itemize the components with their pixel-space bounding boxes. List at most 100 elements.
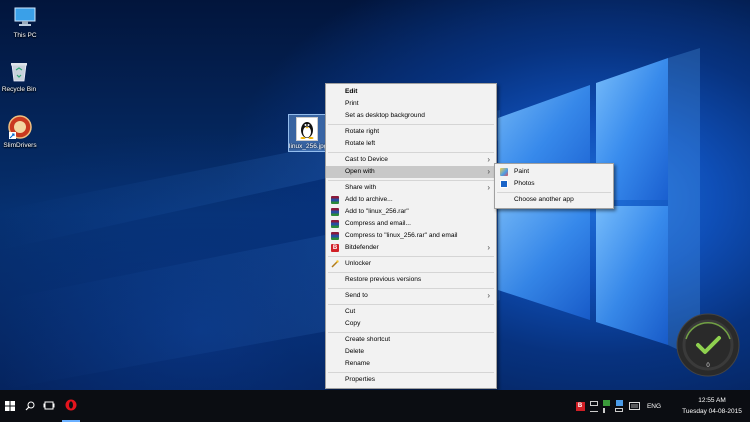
menu-item-label: Add to "linux_256.rar" [345, 208, 409, 215]
chevron-right-icon: › [487, 155, 490, 164]
bitdefender-icon: B [331, 244, 339, 252]
taskbar-app-opera[interactable] [62, 390, 80, 422]
task-view-button[interactable] [40, 390, 58, 422]
windows-start-icon [5, 401, 15, 411]
menu-item-print[interactable]: Print [326, 98, 496, 110]
menu-item-label: Paint [514, 168, 530, 175]
open-with-submenu: Paint Photos Choose another app [494, 163, 614, 209]
chevron-right-icon: › [487, 167, 490, 176]
menu-item-add-to-rar[interactable]: Add to "linux_256.rar" [326, 206, 496, 218]
chevron-right-icon: › [487, 291, 490, 300]
menu-item-delete[interactable]: Delete [326, 346, 496, 358]
gauge-value: 0 [706, 363, 710, 369]
menu-item-cast-to-device[interactable]: Cast to Device › [326, 154, 496, 166]
menu-separator [328, 179, 494, 181]
desktop-icon-label: Recycle Bin [1, 86, 37, 93]
menu-item-label: Compress to "linux_256.rar" and email [345, 232, 458, 239]
menu-item-rotate-left[interactable]: Rotate left [326, 138, 496, 150]
search-button[interactable] [22, 390, 38, 422]
menu-item-label: Compress and email... [345, 220, 411, 227]
menu-item-rename[interactable]: Rename [326, 358, 496, 370]
this-pc-icon [12, 4, 38, 30]
desktop-icon-this-pc[interactable]: This PC [0, 4, 50, 39]
menu-item-compress-to-rar-and-email[interactable]: Compress to "linux_256.rar" and email [326, 230, 496, 242]
menu-separator [328, 331, 494, 333]
menu-item-set-desktop-background[interactable]: Set as desktop background [326, 110, 496, 122]
context-menu: Edit Print Set as desktop background Rot… [325, 83, 497, 389]
action-center-button[interactable] [627, 390, 641, 422]
monitor-icon [590, 400, 598, 406]
menu-item-label: Cast to Device [345, 156, 388, 163]
unlocker-wand-icon [331, 260, 339, 268]
volume-icon [602, 407, 610, 413]
menu-item-edit[interactable]: Edit [326, 86, 496, 98]
menu-separator [328, 271, 494, 273]
menu-item-label: Set as desktop background [345, 112, 425, 119]
menu-item-label: Unlocker [345, 260, 372, 267]
tray-icons-group-3[interactable] [613, 390, 625, 422]
menu-item-label: Restore previous versions [345, 276, 422, 283]
desktop-icon-label: SlimDrivers [3, 142, 37, 149]
menu-separator [328, 371, 494, 373]
network-icon [590, 408, 598, 412]
menu-item-label: Open with [345, 168, 375, 175]
menu-item-unlocker[interactable]: Unlocker [326, 258, 496, 270]
menu-item-create-shortcut[interactable]: Create shortcut [326, 334, 496, 346]
submenu-item-choose-another-app[interactable]: Choose another app [495, 194, 613, 206]
menu-item-compress-and-email[interactable]: Compress and email... [326, 218, 496, 230]
clock[interactable]: 12:55 AM Tuesday 04-08-2015 [676, 390, 748, 422]
menu-item-send-to[interactable]: Send to › [326, 290, 496, 302]
paint-icon [500, 168, 508, 176]
menu-item-label: Delete [345, 348, 365, 355]
language-indicator[interactable]: ENG [641, 390, 667, 422]
menu-item-cut[interactable]: Cut [326, 306, 496, 318]
submenu-item-photos[interactable]: Photos [495, 178, 613, 190]
desktop-file-label: linux_256.jpg [289, 143, 325, 150]
opera-browser-icon [65, 399, 77, 411]
desktop-file-linux-256[interactable]: linux_256.jpg [288, 114, 326, 152]
app-tray-icon [615, 400, 623, 406]
menu-separator [328, 123, 494, 125]
slimdrivers-icon [7, 114, 33, 140]
menu-item-rotate-right[interactable]: Rotate right [326, 126, 496, 138]
menu-item-label: Edit [345, 88, 358, 95]
menu-separator [328, 255, 494, 257]
submenu-item-paint[interactable]: Paint [495, 166, 613, 178]
task-view-icon [43, 401, 55, 410]
check-shield-icon [602, 399, 610, 406]
menu-separator [328, 287, 494, 289]
menu-item-label: Properties [345, 376, 376, 383]
menu-item-label: Rotate left [345, 140, 376, 147]
tray-icons-group[interactable] [588, 390, 600, 422]
menu-item-properties[interactable]: Properties [326, 374, 496, 386]
bitdefender-icon: B [575, 401, 585, 411]
tux-penguin-icon [296, 117, 318, 141]
clock-time: 12:55 AM [698, 397, 726, 404]
menu-item-open-with[interactable]: Open with › [326, 166, 496, 178]
menu-item-label: Photos [514, 180, 535, 187]
keyboard-icon [628, 402, 640, 410]
winrar-icon [331, 208, 339, 216]
chevron-right-icon: › [487, 183, 490, 192]
language-label: ENG [646, 402, 662, 410]
search-icon [25, 401, 35, 411]
tray-icons-group-2[interactable] [600, 390, 612, 422]
winrar-icon [331, 232, 339, 240]
menu-item-label: Copy [345, 320, 361, 327]
menu-item-label: Rotate right [345, 128, 380, 135]
menu-item-label: Send to [345, 292, 368, 299]
clock-date: Tuesday 04-08-2015 [682, 408, 742, 415]
menu-item-add-to-archive[interactable]: Add to archive... [326, 194, 496, 206]
menu-item-label: Bitdefender [345, 244, 379, 251]
desktop-icon-recycle-bin[interactable]: Recycle Bin [0, 58, 44, 93]
status-gauge-widget[interactable]: 0 [676, 313, 740, 377]
menu-item-bitdefender[interactable]: B Bitdefender › [326, 242, 496, 254]
menu-item-copy[interactable]: Copy [326, 318, 496, 330]
tray-bitdefender[interactable]: B [574, 390, 586, 422]
desktop-icon-slimdrivers[interactable]: SlimDrivers [0, 114, 45, 149]
menu-item-restore-previous-versions[interactable]: Restore previous versions [326, 274, 496, 286]
start-button[interactable] [0, 390, 20, 422]
menu-item-label: Cut [345, 308, 356, 315]
menu-item-share-with[interactable]: Share with › [326, 182, 496, 194]
menu-item-label: Create shortcut [345, 336, 391, 343]
